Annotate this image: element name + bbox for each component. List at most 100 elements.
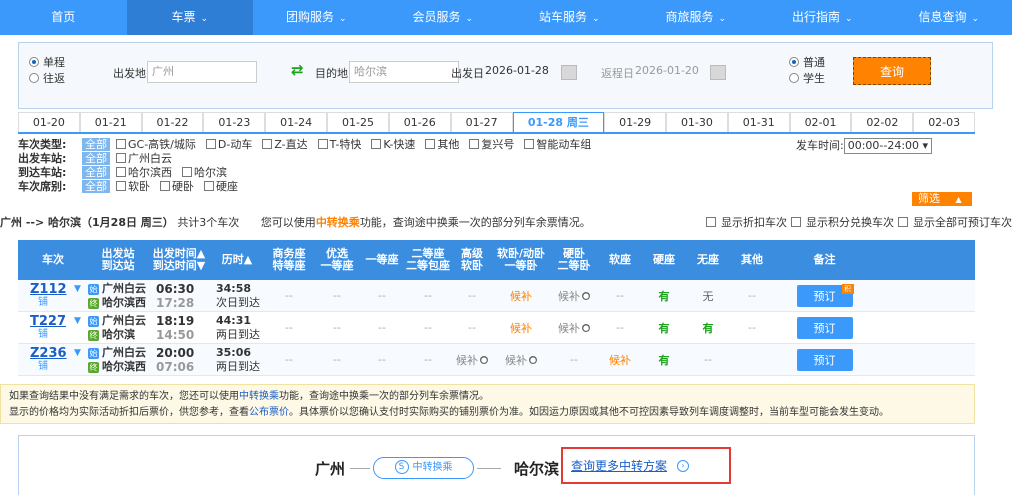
more-transfer-link[interactable]: 查询更多中转方案 › (561, 447, 731, 484)
chevron-down-icon[interactable]: ▼ (74, 316, 81, 326)
filter-all-button[interactable]: 全部 (82, 152, 110, 165)
to-input[interactable]: 哈尔滨 (349, 61, 459, 83)
station-line: 始广州白云 (88, 346, 146, 360)
book-cell: 预订 (774, 312, 875, 343)
filter-option[interactable]: 复兴号 (469, 138, 514, 152)
date-tab[interactable]: 01-28 周三 (512, 112, 605, 132)
filter-option[interactable]: 哈尔滨西 (116, 166, 172, 180)
filter-button[interactable]: 筛选 ▲ (912, 192, 972, 206)
info-icon[interactable]: ● (582, 323, 590, 332)
filter-all-button[interactable]: 全部 (82, 166, 110, 179)
train-number-link[interactable]: T227 (30, 314, 66, 329)
filter-option-label: D-动车 (217, 138, 253, 151)
nav-item[interactable]: 会员服务 ⌄ (380, 0, 507, 35)
transfer-link[interactable]: 中转换乘 (239, 391, 279, 402)
date-tab[interactable]: 01-26 (388, 112, 451, 132)
seat-cell[interactable]: 有 (642, 344, 686, 375)
filter-option[interactable]: 硬卧 (160, 180, 194, 194)
filter-all-button[interactable]: 全部 (82, 180, 110, 193)
bookable-checkbox[interactable]: 显示全部可预订车次 (897, 216, 1012, 229)
seat-cell[interactable]: 有 (642, 280, 686, 311)
filter-option[interactable]: GC-高铁/城际 (116, 138, 196, 152)
checkbox-icon (116, 153, 126, 163)
one-way-radio[interactable]: 单程 (29, 55, 65, 71)
swap-icon[interactable]: ⇄ (291, 61, 304, 79)
filter-option[interactable]: D-动车 (205, 138, 253, 152)
train-number-link[interactable]: Z112 (30, 282, 67, 297)
points-checkbox[interactable]: 显示积分兑换车次 (790, 216, 894, 229)
date-tab[interactable]: 02-02 (851, 112, 914, 132)
from-input[interactable]: 广州 (147, 61, 257, 83)
info-icon[interactable]: ● (480, 355, 488, 364)
seat-cell[interactable]: 有 (686, 312, 730, 343)
checkbox-icon (790, 217, 801, 227)
top-nav: 首页 车票 ⌄ 团购服务 ⌄ 会员服务 ⌄ 站车服务 ⌄ 商旅服务 ⌄ 出行指南 ⌄ 信息查询 ⌄ (0, 0, 1012, 35)
calendar-icon[interactable] (710, 65, 726, 80)
filter-option[interactable]: 软卧 (116, 180, 150, 194)
date-tab[interactable]: 02-03 (913, 112, 976, 132)
station-line: 终哈尔滨 (88, 328, 135, 342)
filter-option[interactable]: T-特快 (317, 138, 361, 152)
seat-cell[interactable]: 候补 (492, 312, 550, 343)
date-tab[interactable]: 01-27 (450, 112, 513, 132)
column-header[interactable]: 出发时间▲ 到达时间▼ (148, 240, 210, 280)
seat-cell[interactable]: 候补 ● (550, 280, 598, 311)
nav-item[interactable]: 信息查询 ⌄ (886, 0, 1012, 35)
nav-item[interactable]: 车票 ⌄ (126, 0, 253, 35)
filter-option[interactable]: 广州白云 (116, 152, 172, 166)
discount-checkbox[interactable]: 显示折扣车次 (705, 216, 787, 229)
train-sub-label[interactable]: 铺 (38, 297, 48, 309)
train-number-link[interactable]: Z236 (30, 346, 67, 361)
filter-option[interactable]: K-快速 (371, 138, 415, 152)
nav-item[interactable]: 首页 (0, 0, 127, 35)
round-trip-radio[interactable]: 往返 (29, 71, 65, 87)
train-sub-label[interactable]: 铺 (38, 329, 48, 341)
date-tab[interactable]: 01-21 (79, 112, 142, 132)
nav-item[interactable]: 站车服务 ⌄ (506, 0, 633, 35)
date-tabs: 01-20 01-21 01-22 01-23 01-24 01-25 01-26 01-27… (18, 112, 976, 134)
book-button[interactable]: 预订积 (796, 283, 854, 307)
seat-cell[interactable]: 候补 ● (452, 344, 492, 375)
nav-item[interactable]: 团购服务 ⌄ (253, 0, 380, 35)
column-header[interactable]: 历时▲ (210, 240, 264, 280)
student-radio[interactable]: 学生 (789, 71, 825, 87)
filter-option[interactable]: Z-直达 (262, 138, 308, 152)
filter-option[interactable]: 硬座 (204, 180, 238, 194)
chevron-down-icon[interactable]: ▼ (74, 284, 81, 294)
calendar-icon[interactable] (561, 65, 577, 80)
date-tab[interactable]: 01-31 (727, 112, 790, 132)
seat-cell[interactable]: 候补 (598, 344, 642, 375)
book-button[interactable]: 预订 (796, 316, 853, 339)
filter-option[interactable]: 其他 (425, 138, 459, 152)
normal-radio[interactable]: 普通 (789, 55, 825, 71)
filter-option[interactable]: 哈尔滨 (182, 166, 227, 180)
nav-item[interactable]: 出行指南 ⌄ (759, 0, 886, 35)
date-tab[interactable]: 01-22 (141, 112, 204, 132)
info-icon[interactable]: ● (582, 291, 590, 300)
date-tab[interactable]: 01-29 (604, 112, 667, 132)
filter-all-button[interactable]: 全部 (82, 138, 110, 151)
date-tab[interactable]: 01-23 (203, 112, 266, 132)
date-tab[interactable]: 01-24 (265, 112, 328, 132)
nav-item[interactable]: 商旅服务 ⌄ (633, 0, 760, 35)
date-tab[interactable]: 01-25 (327, 112, 389, 132)
query-button[interactable]: 查询 (853, 57, 931, 85)
info-icon[interactable]: ● (529, 355, 537, 364)
published-fare-link[interactable]: 公布票价 (249, 407, 289, 418)
train-sub-label[interactable]: 铺 (38, 361, 48, 373)
book-button[interactable]: 预订 (796, 348, 853, 371)
date-tab[interactable]: 01-20 (18, 112, 80, 132)
seat-cell: -- (616, 321, 624, 334)
seat-cell[interactable]: 有 (642, 312, 686, 343)
seat-filter-row: 车次席别: 全部 软卧 硬卧 硬座 (18, 180, 975, 194)
transfer-link[interactable]: 中转换乘 (316, 216, 360, 229)
chevron-down-icon[interactable]: ▼ (74, 348, 81, 358)
date-tab[interactable]: 01-30 (666, 112, 728, 132)
seat-cell[interactable]: 候补 ● (550, 312, 598, 343)
chevron-down-icon: ⌄ (718, 14, 727, 24)
seat-cell[interactable]: 候补 (492, 280, 550, 311)
column-header: 优选 一等座 (320, 247, 354, 272)
date-tab[interactable]: 02-01 (789, 112, 852, 132)
seat-cell[interactable]: 候补 ● (492, 344, 550, 375)
filter-option[interactable]: 智能动车组 (524, 138, 591, 152)
